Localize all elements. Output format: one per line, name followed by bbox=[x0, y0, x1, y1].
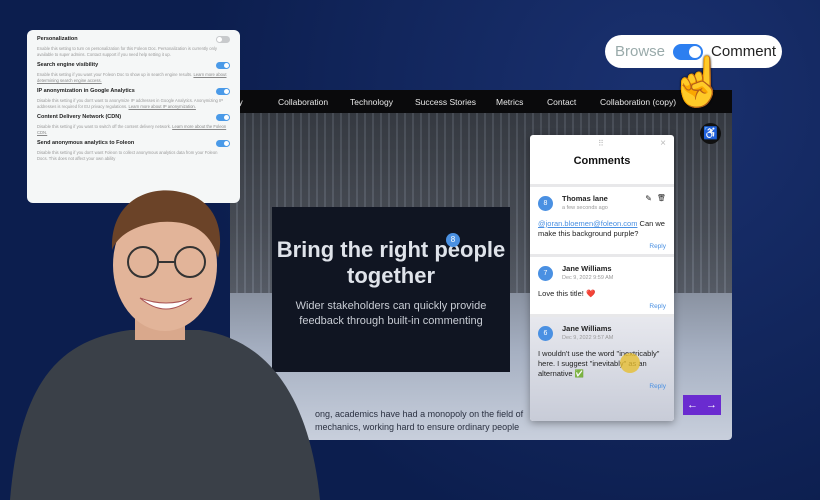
setting-row: Send anonymous analytics to Foleon Disabl… bbox=[37, 140, 230, 162]
person-photo bbox=[10, 190, 320, 500]
nav-item[interactable]: Contact bbox=[547, 97, 576, 107]
setting-title: Search engine visibility bbox=[37, 62, 99, 68]
nav-item[interactable]: Success Stories bbox=[415, 97, 476, 107]
setting-desc: Disable this setting if you don't want F… bbox=[37, 150, 218, 161]
hand-cursor-icon: ☝ bbox=[668, 56, 728, 109]
comment-date: Dec 9, 2022 9:59 AM bbox=[562, 275, 614, 281]
setting-toggle[interactable] bbox=[216, 114, 230, 121]
reply-button[interactable]: Reply bbox=[538, 383, 666, 391]
comment-author: Jane Williams bbox=[562, 324, 612, 333]
arrow-left-icon[interactable]: ← bbox=[687, 399, 698, 411]
settings-card: Personalization Enable this setting to tu… bbox=[27, 30, 240, 203]
setting-row: Search engine visibility Enable this sett… bbox=[37, 62, 230, 84]
drag-handle-icon[interactable]: ⠿ bbox=[598, 139, 604, 148]
setting-toggle[interactable] bbox=[216, 140, 230, 147]
nav-item[interactable]: Metrics bbox=[496, 97, 523, 107]
comment-text: Love this title! ❤️ bbox=[538, 289, 596, 298]
nav-item[interactable]: Technology bbox=[350, 97, 393, 107]
setting-title: Personalization bbox=[37, 36, 78, 42]
reply-button[interactable]: Reply bbox=[538, 243, 666, 251]
page-navigation: ← → bbox=[683, 395, 721, 415]
browse-label: Browse bbox=[615, 43, 666, 60]
setting-toggle[interactable] bbox=[216, 88, 230, 95]
setting-desc: Disable this setting if you want to swit… bbox=[37, 124, 171, 129]
comment-text: I wouldn't use the word "inextricably" h… bbox=[538, 349, 660, 378]
avatar: 7 bbox=[538, 266, 553, 281]
cursor-highlight bbox=[620, 353, 640, 373]
comments-panel: ⠿ × Comments 8 Thomas lane a few seconds… bbox=[530, 135, 674, 421]
setting-toggle[interactable] bbox=[216, 62, 230, 69]
body-line: mechanics, working hard to ensure ordina… bbox=[315, 422, 520, 432]
mention-link[interactable]: @joran.bloemen@foleon.com bbox=[538, 219, 637, 228]
avatar: 6 bbox=[538, 326, 553, 341]
accessibility-icon[interactable]: ♿ bbox=[700, 123, 721, 144]
delete-icon[interactable]: 🗑 bbox=[657, 194, 666, 203]
learn-more-link[interactable]: Learn more about IP anonymization. bbox=[128, 104, 195, 109]
comment-date: a few seconds ago bbox=[562, 205, 608, 211]
comment: 8 Thomas lane a few seconds ago ✎ 🗑 @jor… bbox=[530, 187, 674, 257]
comment-date: Dec 9, 2022 9:57 AM bbox=[562, 335, 614, 341]
comment-author: Jane Williams bbox=[562, 264, 612, 273]
comment: 6 Jane Williams Dec 9, 2022 9:57 AM I wo… bbox=[530, 317, 674, 421]
arrow-right-icon[interactable]: → bbox=[706, 399, 717, 411]
sweater bbox=[10, 330, 320, 500]
comment: 7 Jane Williams Dec 9, 2022 9:59 AM Love… bbox=[530, 257, 674, 317]
setting-row: IP anonymization in Google Analytics Disa… bbox=[37, 88, 230, 110]
setting-row: Content Delivery Network (CDN) Disable th… bbox=[37, 114, 230, 136]
edit-icon[interactable]: ✎ bbox=[645, 194, 652, 203]
top-nav: vity Collaboration Technology Success St… bbox=[230, 90, 732, 113]
setting-title: Content Delivery Network (CDN) bbox=[37, 114, 122, 120]
nav-item[interactable]: Collaboration bbox=[278, 97, 328, 107]
comment-marker[interactable]: 8 bbox=[446, 233, 460, 247]
reply-button[interactable]: Reply bbox=[538, 303, 666, 311]
setting-desc: Enable this setting if you want your Fol… bbox=[37, 72, 193, 77]
setting-toggle[interactable] bbox=[216, 36, 230, 43]
setting-title: Send anonymous analytics to Foleon bbox=[37, 140, 135, 146]
setting-row: Personalization Enable this setting to tu… bbox=[37, 36, 230, 58]
close-icon[interactable]: × bbox=[660, 138, 666, 149]
nav-item[interactable]: Collaboration (copy) bbox=[600, 97, 676, 107]
avatar: 8 bbox=[538, 196, 553, 211]
setting-desc: Enable this setting to turn on personali… bbox=[37, 46, 217, 57]
setting-title: IP anonymization in Google Analytics bbox=[37, 88, 135, 94]
